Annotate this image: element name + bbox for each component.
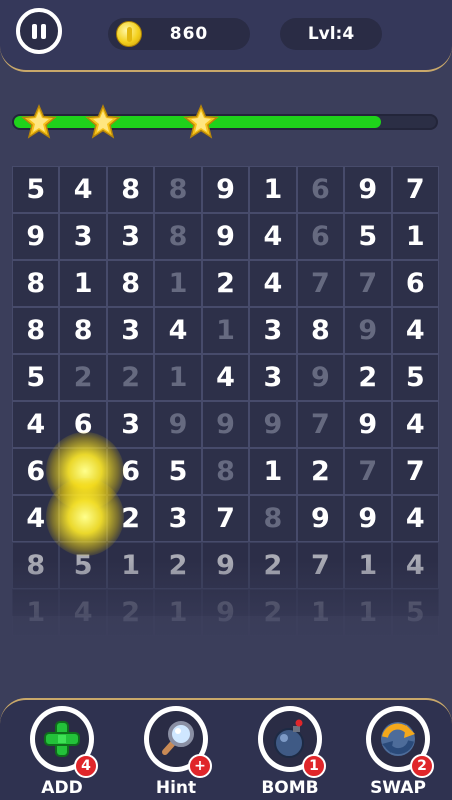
grid-cell[interactable]: 2 bbox=[296, 448, 345, 495]
grid-cell[interactable]: 7 bbox=[296, 260, 345, 307]
grid-cell[interactable]: 1 bbox=[59, 260, 107, 307]
bomb-badge: 1 bbox=[302, 754, 326, 778]
grid-cell[interactable]: 4 bbox=[201, 354, 250, 401]
grid-cell[interactable]: 8 bbox=[12, 260, 60, 307]
grid-cell[interactable]: 4 bbox=[249, 213, 297, 260]
grid-cell[interactable]: 1 bbox=[154, 354, 202, 401]
grid-cell[interactable]: 6 bbox=[391, 260, 439, 307]
grid-cell[interactable]: 7 bbox=[344, 260, 392, 307]
pause-icon bbox=[32, 24, 37, 39]
grid-cell[interactable]: 2 bbox=[344, 354, 392, 401]
grid-cell[interactable]: 4 bbox=[391, 307, 439, 354]
grid-cell[interactable]: 5 bbox=[12, 166, 60, 213]
hint-label: Hint bbox=[155, 778, 197, 798]
grid-cell[interactable]: 4 bbox=[154, 307, 202, 354]
grid-cell[interactable]: 3 bbox=[106, 401, 155, 448]
bomb-button[interactable]: 1 BOMB bbox=[250, 706, 330, 800]
grid-cell[interactable]: 9 bbox=[344, 166, 392, 213]
grid-cell[interactable]: 3 bbox=[59, 213, 107, 260]
pause-button[interactable] bbox=[16, 8, 62, 54]
pause-icon-bar bbox=[41, 24, 46, 39]
grid-cell[interactable]: 1 bbox=[391, 213, 439, 260]
top-bar: 860 Lvl:4 bbox=[0, 0, 452, 72]
grid-cell[interactable]: 3 bbox=[154, 495, 202, 542]
grid-cell[interactable]: 9 bbox=[296, 354, 345, 401]
grid-cell[interactable]: 5 bbox=[344, 213, 392, 260]
star-icon bbox=[85, 104, 121, 139]
grid-cell[interactable]: 4 bbox=[59, 166, 107, 213]
grid-cell[interactable]: 3 bbox=[249, 307, 297, 354]
grid-cell[interactable]: 9 bbox=[344, 307, 392, 354]
plus-icon bbox=[44, 721, 80, 757]
grid-cell[interactable]: 7 bbox=[391, 166, 439, 213]
grid-cell[interactable]: 8 bbox=[154, 213, 202, 260]
grid-cell[interactable]: 7 bbox=[201, 495, 250, 542]
grid-cell[interactable]: 5 bbox=[391, 354, 439, 401]
grid-cell[interactable]: 9 bbox=[249, 401, 297, 448]
swap-button[interactable]: 2 SWAP bbox=[358, 706, 438, 800]
grid-cell[interactable]: 7 bbox=[391, 448, 439, 495]
grid-fade bbox=[0, 560, 452, 640]
grid-cell[interactable]: 2 bbox=[106, 354, 155, 401]
swap-label: SWAP bbox=[370, 778, 426, 798]
hint-button[interactable]: + Hint bbox=[136, 706, 216, 800]
grid-cell[interactable]: 4 bbox=[12, 401, 60, 448]
grid-cell[interactable]: 9 bbox=[201, 166, 250, 213]
grid-cell[interactable]: 4 bbox=[391, 495, 439, 542]
grid-cell[interactable]: 6 bbox=[296, 213, 345, 260]
coin-count: 860 bbox=[169, 24, 209, 44]
grid-cell[interactable]: 5 bbox=[12, 354, 60, 401]
coin-counter: 860 bbox=[108, 18, 250, 50]
grid-cell[interactable]: 4 bbox=[391, 401, 439, 448]
grid-cell[interactable]: 2 bbox=[201, 260, 250, 307]
grid-cell[interactable]: 8 bbox=[154, 166, 202, 213]
grid-cell[interactable]: 7 bbox=[344, 448, 392, 495]
grid-cell[interactable]: 8 bbox=[106, 166, 155, 213]
grid-cell[interactable]: 6 bbox=[296, 166, 345, 213]
grid-cell[interactable]: 3 bbox=[106, 307, 155, 354]
grid-cell[interactable]: 8 bbox=[12, 307, 60, 354]
grid-cell[interactable]: 9 bbox=[344, 401, 392, 448]
star-icon bbox=[21, 104, 57, 139]
grid-cell[interactable]: 8 bbox=[201, 448, 250, 495]
star-icon bbox=[183, 104, 219, 139]
swap-badge: 2 bbox=[410, 754, 434, 778]
add-badge: 4 bbox=[74, 754, 98, 778]
swap-arrows-icon bbox=[381, 722, 415, 756]
grid-cell[interactable]: 8 bbox=[296, 307, 345, 354]
grid-cell[interactable]: 3 bbox=[249, 354, 297, 401]
grid-cell[interactable]: 9 bbox=[201, 213, 250, 260]
grid-cell[interactable]: 1 bbox=[249, 448, 297, 495]
add-button[interactable]: 4 ADD bbox=[22, 706, 102, 800]
grid-cell[interactable]: 1 bbox=[249, 166, 297, 213]
progress-bar bbox=[12, 114, 438, 130]
grid-cell[interactable]: 8 bbox=[59, 307, 107, 354]
grid-cell[interactable]: 8 bbox=[106, 260, 155, 307]
add-label: ADD bbox=[41, 778, 83, 798]
grid-cell[interactable]: 9 bbox=[296, 495, 345, 542]
magnifier-icon bbox=[162, 721, 194, 755]
grid-cell[interactable]: 9 bbox=[12, 213, 60, 260]
bomb-label: BOMB bbox=[261, 778, 319, 798]
sparkle-effect bbox=[46, 478, 124, 556]
grid-cell[interactable]: 2 bbox=[59, 354, 107, 401]
grid-cell[interactable]: 1 bbox=[201, 307, 250, 354]
grid-cell[interactable]: 9 bbox=[201, 401, 250, 448]
grid-cell[interactable]: 9 bbox=[154, 401, 202, 448]
grid-cell[interactable]: 8 bbox=[249, 495, 297, 542]
grid-cell[interactable]: 7 bbox=[296, 401, 345, 448]
hint-badge: + bbox=[188, 754, 212, 778]
grid-cell[interactable]: 9 bbox=[344, 495, 392, 542]
grid-cell[interactable]: 3 bbox=[106, 213, 155, 260]
grid-cell[interactable]: 5 bbox=[154, 448, 202, 495]
grid-cell[interactable]: 4 bbox=[249, 260, 297, 307]
coin-icon bbox=[116, 21, 142, 47]
grid-cell[interactable]: 1 bbox=[154, 260, 202, 307]
bomb-icon bbox=[274, 719, 304, 758]
level-indicator: Lvl:4 bbox=[280, 18, 382, 50]
